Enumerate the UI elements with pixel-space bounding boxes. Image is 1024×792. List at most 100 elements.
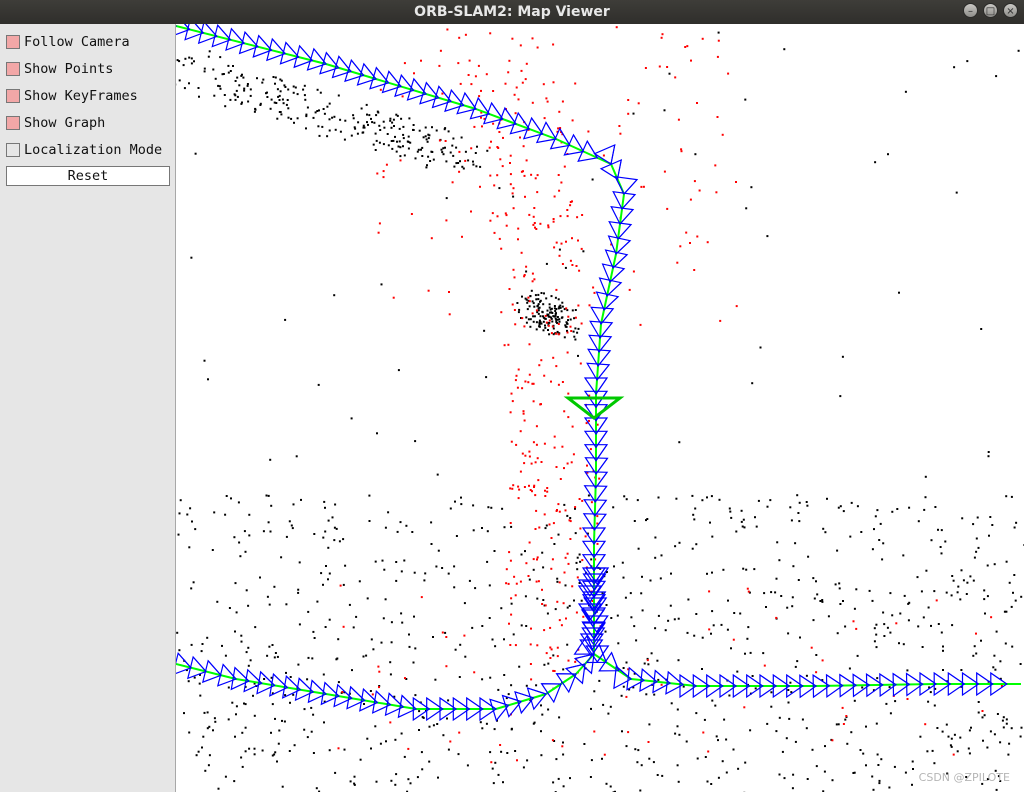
reference-point	[689, 242, 691, 244]
map-point	[980, 639, 982, 642]
reference-point	[448, 313, 451, 316]
reference-point	[627, 112, 630, 115]
maximize-icon[interactable]: □	[983, 3, 998, 18]
map-point	[775, 577, 778, 580]
map-point	[887, 153, 889, 156]
map-point	[350, 417, 353, 420]
map-point	[668, 72, 671, 75]
map-point	[216, 600, 219, 603]
reference-point	[577, 304, 580, 307]
map-point	[282, 102, 285, 105]
reference-point	[544, 604, 547, 607]
map-point	[763, 592, 766, 595]
map-point	[988, 534, 990, 537]
reference-point	[536, 556, 539, 559]
map-point	[722, 568, 725, 571]
reference-point	[545, 321, 548, 324]
reference-point	[552, 220, 555, 223]
reference-point	[545, 652, 548, 655]
map-point	[384, 598, 387, 601]
map-point	[995, 788, 998, 791]
show-points-checkbox[interactable]: Show Points	[6, 60, 113, 78]
reference-point	[574, 316, 577, 319]
reference-point	[490, 761, 493, 764]
map-point	[939, 546, 942, 548]
checkbox-indicator[interactable]	[6, 62, 20, 76]
map-point	[906, 669, 909, 672]
reference-point	[566, 351, 569, 354]
reference-point	[563, 467, 565, 470]
map-point	[421, 155, 424, 157]
map-point	[871, 775, 874, 778]
map-point	[648, 723, 651, 726]
map-point	[891, 510, 894, 513]
reference-point	[528, 484, 530, 487]
reference-point	[565, 617, 567, 620]
checkbox-indicator[interactable]	[6, 116, 20, 130]
window-titlebar[interactable]: ORB-SLAM2: Map Viewer – □ ×	[0, 0, 1024, 24]
reference-point	[567, 562, 570, 565]
map-canvas[interactable]	[176, 24, 1024, 792]
show-graph-checkbox[interactable]: Show Graph	[6, 114, 105, 132]
reference-point	[529, 663, 532, 665]
map-point	[259, 104, 262, 106]
close-icon[interactable]: ×	[1003, 3, 1018, 18]
map-point	[983, 589, 986, 592]
map-point	[956, 591, 959, 594]
map-point	[176, 59, 179, 62]
map-point	[403, 559, 406, 562]
map-point	[382, 617, 385, 620]
map-point	[930, 539, 933, 542]
map-point	[317, 383, 320, 386]
reference-point	[514, 112, 517, 115]
map-point	[805, 674, 808, 677]
reset-button[interactable]: Reset	[6, 166, 170, 186]
map-point	[498, 187, 501, 190]
map-point	[533, 721, 536, 724]
map-point	[488, 584, 491, 587]
map-point	[922, 616, 925, 619]
map-point	[207, 55, 210, 58]
reference-point	[680, 148, 683, 151]
map-point	[535, 684, 538, 687]
checkbox-indicator[interactable]	[6, 35, 20, 49]
map-point	[244, 726, 247, 729]
map-point	[464, 150, 467, 153]
map-point	[333, 115, 336, 118]
follow-camera-checkbox[interactable]: Follow Camera	[6, 33, 130, 51]
reference-point	[517, 485, 520, 488]
map-point	[632, 112, 635, 115]
map-point	[564, 584, 567, 587]
map-point	[1019, 735, 1022, 738]
map-point	[556, 580, 559, 583]
reference-point	[525, 265, 528, 268]
map-point	[987, 455, 990, 458]
map-point	[917, 625, 920, 628]
map-point	[664, 629, 667, 632]
map-point	[535, 298, 538, 301]
reference-point	[666, 207, 669, 210]
map-point	[503, 674, 506, 676]
map-point	[545, 262, 548, 265]
reference-point	[537, 580, 540, 583]
checkbox-indicator[interactable]	[6, 143, 20, 157]
reference-point	[569, 520, 572, 523]
map-point	[853, 607, 856, 610]
localization-mode-checkbox[interactable]: Localization Mode	[6, 141, 162, 159]
map-point	[352, 114, 355, 117]
show-keyframes-checkbox[interactable]: Show KeyFrames	[6, 87, 138, 105]
minimize-icon[interactable]: –	[963, 3, 978, 18]
map-viewport[interactable]: CSDN @ZPILOTE	[176, 24, 1024, 792]
reference-point	[708, 590, 711, 593]
reference-point	[538, 364, 541, 367]
map-point	[188, 82, 190, 85]
map-point	[297, 591, 300, 594]
map-point	[337, 638, 340, 641]
checkbox-indicator[interactable]	[6, 89, 20, 103]
reference-point	[512, 484, 515, 487]
map-point	[475, 165, 478, 168]
map-point	[1005, 722, 1008, 725]
map-point	[678, 541, 681, 544]
map-point	[701, 499, 704, 502]
map-point	[751, 675, 754, 677]
